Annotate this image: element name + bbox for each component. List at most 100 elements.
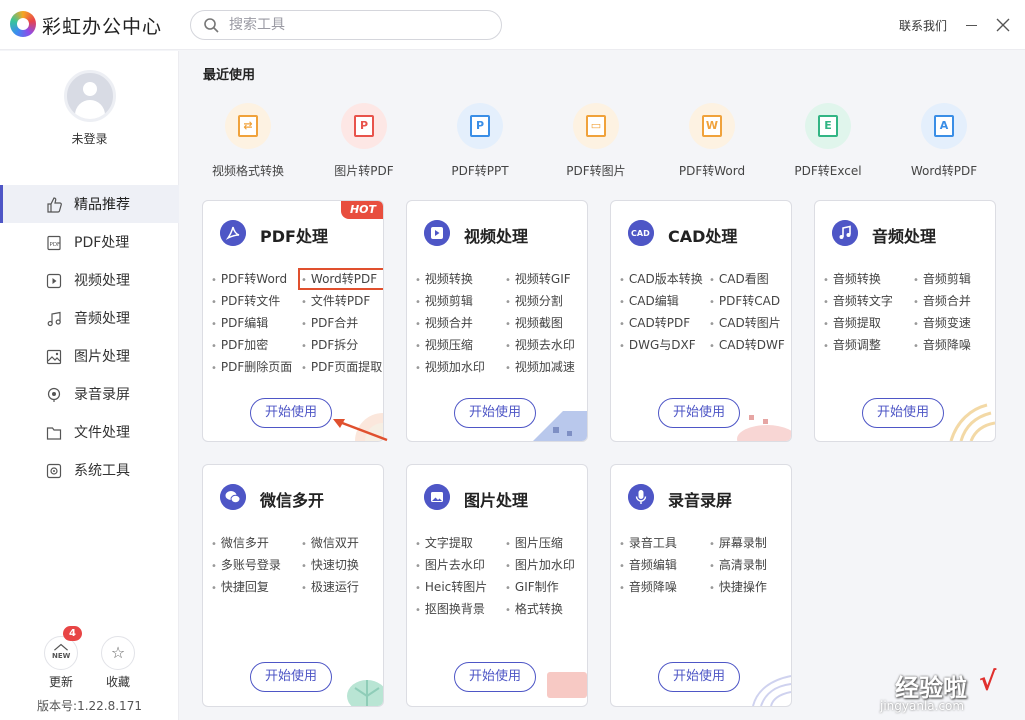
tool-link[interactable]: 视频加水印 [415,359,505,375]
tool-link[interactable]: CAD编辑 [619,293,709,309]
tool-link[interactable]: 微信双开 [301,535,383,551]
tool-link[interactable]: DWG与DXF [619,337,709,353]
tool-link[interactable]: 视频合并 [415,315,505,331]
tool-link[interactable]: 录音工具 [619,535,709,551]
tool-link[interactable]: 视频加减速 [505,359,587,375]
tool-link[interactable]: 视频去水印 [505,337,587,353]
tool-link[interactable]: CAD转PDF [619,315,709,331]
video-icon [424,220,450,246]
tool-link-selected[interactable]: Word转PDF [298,268,383,290]
tool-link[interactable]: 微信多开 [211,535,301,551]
login-status[interactable]: 未登录 [0,130,179,147]
tool-link[interactable]: 快捷回复 [211,579,301,595]
tool-link[interactable]: 音频剪辑 [913,271,995,287]
tool-link[interactable]: PDF转CAD [709,293,791,309]
tool-link[interactable]: 快捷操作 [709,579,791,595]
sidebar-item-video[interactable]: 视频处理 [0,261,179,299]
sidebar-item-label: PDF处理 [74,235,130,251]
tool-link[interactable]: 快速切换 [301,557,383,573]
tool-link[interactable]: Heic转图片 [415,579,505,595]
decoration-icon [347,680,383,706]
card-record: 录音录屏 录音工具 屏幕录制 音频编辑 高清录制 音频降噪 快捷操作 开始使用 [610,464,792,707]
tool-link[interactable]: CAD版本转换 [619,271,709,287]
tool-link[interactable]: 音频转文字 [823,293,913,309]
favorite-button[interactable]: ☆ [101,636,135,670]
tool-link[interactable]: 视频转GIF [505,271,587,287]
recent-item-label: Word转PDF [910,164,978,178]
minimize-button[interactable] [964,14,980,36]
tool-link[interactable]: PDF转文件 [211,293,301,309]
tool-link[interactable]: 图片压缩 [505,535,587,551]
music-icon [832,220,858,246]
recent-item[interactable]: P 图片转PDF [306,100,422,180]
card-title: 音频处理 [872,227,937,246]
tool-link[interactable]: 视频剪辑 [415,293,505,309]
tool-link[interactable]: PDF加密 [211,337,301,353]
tool-link[interactable]: PDF拆分 [301,337,383,353]
sidebar-item-featured[interactable]: 精品推荐 [0,185,179,223]
sidebar-item-system[interactable]: 系统工具 [0,451,179,489]
music-icon [47,311,61,327]
tool-link[interactable]: PDF合并 [301,315,383,331]
tool-link[interactable]: 音频编辑 [619,557,709,573]
decoration-icon [547,672,587,698]
tool-link[interactable]: 视频压缩 [415,337,505,353]
tool-link[interactable]: 极速运行 [301,579,383,595]
sidebar-item-record[interactable]: 录音录屏 [0,375,179,413]
tool-link[interactable]: PDF编辑 [211,315,301,331]
recent-item[interactable]: W PDF转Word [654,100,770,180]
tool-link[interactable]: 视频分割 [505,293,587,309]
tool-link[interactable]: 音频转换 [823,271,913,287]
tool-link[interactable]: 抠图换背景 [415,601,505,617]
sidebar-item-file[interactable]: 文件处理 [0,413,179,451]
sidebar-item-pdf[interactable]: PDF PDF处理 [0,223,179,261]
tool-links: 微信多开 微信双开 多账号登录 快速切换 快捷回复 极速运行 [211,535,383,595]
search-box[interactable] [190,10,502,40]
decoration-icon [752,675,791,706]
tool-link[interactable]: CAD看图 [709,271,791,287]
tool-link[interactable]: 音频调整 [823,337,913,353]
tool-link[interactable]: 图片去水印 [415,557,505,573]
recent-item[interactable]: E PDF转Excel [770,100,886,180]
tool-link[interactable]: 屏幕录制 [709,535,791,551]
recent-item[interactable]: P PDF转PPT [422,100,538,180]
sidebar-item-label: 精品推荐 [74,197,130,213]
tool-link[interactable]: PDF页面提取 [301,359,383,375]
favorite-label: 收藏 [106,675,131,689]
tool-link[interactable]: GIF制作 [505,579,587,595]
tool-link[interactable]: PDF删除页面 [211,359,301,375]
search-input[interactable] [229,15,489,35]
avatar[interactable] [64,70,116,122]
sidebar-item-label: 图片处理 [74,349,130,365]
tool-link[interactable]: 视频截图 [505,315,587,331]
update-label: 更新 [49,675,74,689]
tool-link[interactable]: 音频降噪 [913,337,995,353]
recent-item[interactable]: ▭ PDF转图片 [538,100,654,180]
tool-link[interactable]: CAD转图片 [709,315,791,331]
tool-link[interactable]: 图片加水印 [505,557,587,573]
tool-link[interactable]: 文件转PDF [301,293,383,309]
card-image: 图片处理 文字提取 图片压缩 图片去水印 图片加水印 Heic转图片 GIF制作… [406,464,588,707]
recent-item[interactable]: A Word转PDF [886,100,1002,180]
tool-link[interactable]: 音频变速 [913,315,995,331]
contact-us-link[interactable]: 联系我们 [899,17,947,34]
pdf-to-excel-icon: E [818,115,838,137]
folder-icon [46,427,62,440]
tool-link[interactable]: CAD转DWF [709,337,791,353]
recent-title: 最近使用 [203,68,256,83]
update-button[interactable]: NEW [44,636,78,670]
tool-link[interactable]: 音频合并 [913,293,995,309]
tool-link[interactable]: 多账号登录 [211,557,301,573]
close-icon[interactable] [993,14,1013,36]
sidebar-item-image[interactable]: 图片处理 [0,337,179,375]
recent-item[interactable]: ⇄ 视频格式转换 [190,100,306,180]
tool-link[interactable]: PDF转Word [211,271,301,287]
tool-link[interactable]: 高清录制 [709,557,791,573]
tool-link[interactable]: 格式转换 [505,601,587,617]
tool-link[interactable]: 文字提取 [415,535,505,551]
sidebar-item-audio[interactable]: 音频处理 [0,299,179,337]
tool-link[interactable]: 音频降噪 [619,579,709,595]
tool-link[interactable]: 视频转换 [415,271,505,287]
tool-link[interactable]: 音频提取 [823,315,913,331]
video-icon [46,273,62,289]
